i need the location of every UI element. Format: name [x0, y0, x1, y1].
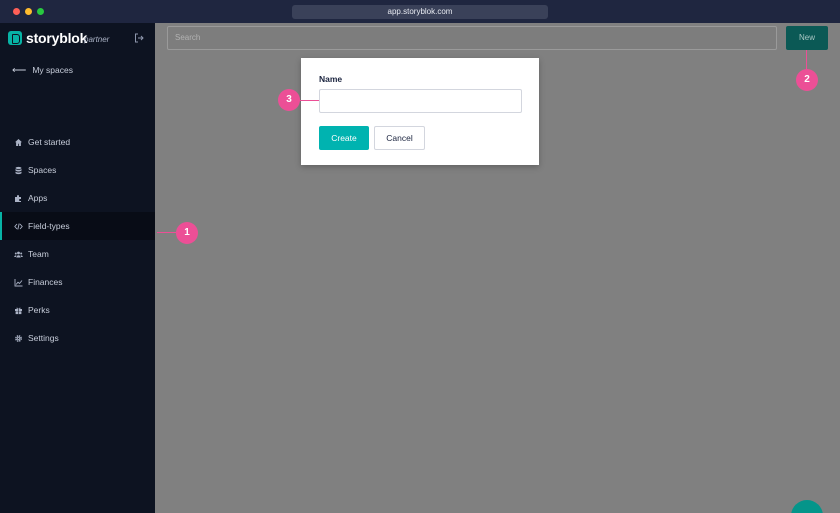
new-button[interactable]: New	[786, 26, 828, 50]
sidebar-item-label: Perks	[28, 305, 50, 315]
gift-icon	[14, 306, 23, 315]
name-input[interactable]	[319, 89, 522, 113]
chart-line-icon	[14, 278, 23, 287]
storyblok-logo-icon	[8, 31, 22, 45]
sidebar-item-field-types[interactable]: Field-types	[0, 212, 155, 240]
sidebar-item-finances[interactable]: Finances	[0, 268, 155, 296]
callout-1-connector	[157, 232, 177, 233]
app-window: app.storyblok.com storyblok partner ⟵ My…	[0, 0, 840, 513]
sidebar-item-label: Finances	[28, 277, 63, 287]
cancel-button[interactable]: Cancel	[374, 126, 425, 150]
logout-icon[interactable]	[134, 33, 144, 43]
callout-3-connector	[298, 100, 319, 101]
search-input[interactable]: Search	[167, 26, 777, 50]
close-window-button[interactable]	[13, 8, 20, 15]
brand-subtitle: partner	[84, 35, 110, 44]
sidebar-item-team[interactable]: Team	[0, 240, 155, 268]
users-icon	[14, 250, 23, 259]
my-spaces-link[interactable]: ⟵ My spaces	[12, 63, 73, 77]
arrow-left-icon: ⟵	[12, 64, 27, 76]
sidebar-item-get-started[interactable]: Get started	[0, 128, 155, 156]
maximize-window-button[interactable]	[37, 8, 44, 15]
callout-1-badge: 1	[176, 222, 198, 244]
sidebar-item-label: Field-types	[28, 221, 70, 231]
address-bar[interactable]: app.storyblok.com	[292, 5, 548, 19]
create-button[interactable]: Create	[319, 126, 369, 150]
sidebar-item-perks[interactable]: Perks	[0, 296, 155, 324]
puzzle-icon	[14, 194, 23, 203]
sidebar: storyblok partner ⟵ My spaces Get starte…	[0, 23, 155, 513]
database-icon	[14, 166, 23, 175]
gear-icon	[14, 334, 23, 343]
callout-3-badge: 3	[278, 89, 300, 111]
callout-2-connector	[806, 50, 807, 70]
sidebar-item-apps[interactable]: Apps	[0, 184, 155, 212]
floating-action-button[interactable]	[791, 500, 823, 513]
sidebar-item-label: Apps	[28, 193, 48, 203]
sidebar-item-spaces[interactable]: Spaces	[0, 156, 155, 184]
minimize-window-button[interactable]	[25, 8, 32, 15]
home-icon	[14, 138, 23, 147]
callout-2-badge: 2	[796, 69, 818, 91]
sidebar-item-label: Spaces	[28, 165, 57, 175]
browser-titlebar: app.storyblok.com	[0, 0, 840, 23]
brand-name: storyblok	[26, 30, 88, 46]
sidebar-item-label: Settings	[28, 333, 59, 343]
new-field-type-dialog: Name Create Cancel	[301, 58, 539, 165]
name-label: Name	[319, 74, 343, 84]
sidebar-item-settings[interactable]: Settings	[0, 324, 155, 352]
sidebar-item-label: Get started	[28, 137, 71, 147]
my-spaces-label: My spaces	[32, 65, 73, 75]
sidebar-item-label: Team	[28, 249, 49, 259]
code-icon	[14, 222, 23, 231]
